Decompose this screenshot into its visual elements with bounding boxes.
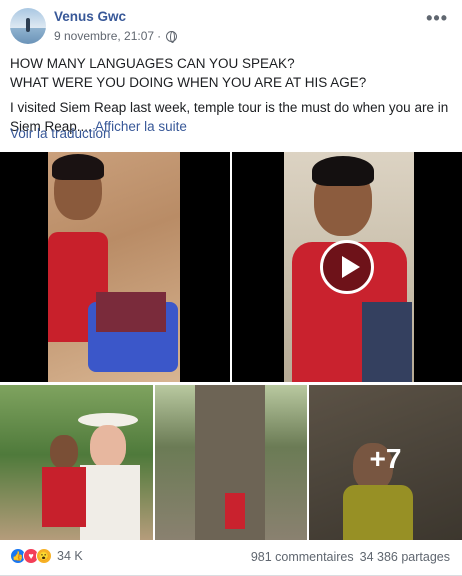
- media-grid: +7: [0, 152, 462, 540]
- photo-boy-with-basket[interactable]: [0, 152, 230, 382]
- play-icon[interactable]: [320, 240, 374, 294]
- reactions-summary[interactable]: 👍 ♥ 😮 34 K: [10, 548, 83, 564]
- post-text-line: WHAT WERE YOU DOING WHEN YOU ARE AT HIS …: [10, 75, 367, 90]
- post-text: HOW MANY LANGUAGES CAN YOU SPEAK? WHAT W…: [10, 54, 455, 136]
- photo-scene: [48, 152, 180, 382]
- post-text-line: HOW MANY LANGUAGES CAN YOU SPEAK?: [10, 56, 295, 71]
- meta-separator: ·: [157, 29, 162, 43]
- post-header: Venus Gwc 9 novembre, 21:07 · •••: [0, 0, 462, 50]
- shares-count[interactable]: 34 386 partages: [360, 550, 450, 564]
- photo-temple-tree[interactable]: [155, 385, 307, 540]
- post-footer: 👍 ♥ 😮 34 K 981 commentaires 34 386 parta…: [0, 540, 462, 576]
- timestamp[interactable]: 9 novembre, 21:07: [54, 29, 154, 43]
- see-translation-link[interactable]: Voir la traduction: [10, 126, 111, 141]
- avatar-figure: [26, 18, 30, 32]
- photo-girl-more[interactable]: +7: [309, 385, 462, 540]
- wow-reaction-icon: 😮: [36, 548, 52, 564]
- comments-count[interactable]: 981 commentaires: [251, 550, 354, 564]
- avatar[interactable]: [10, 8, 46, 44]
- video-thumbnail[interactable]: [232, 152, 462, 382]
- post-meta: 9 novembre, 21:07 ·: [54, 29, 178, 43]
- engagement-counts: 981 commentaires 34 386 partages: [251, 550, 450, 564]
- author-name[interactable]: Venus Gwc: [54, 9, 126, 24]
- more-photos-count: +7: [369, 443, 402, 474]
- photo-woman-and-boy[interactable]: [0, 385, 153, 540]
- reactions-count: 34 K: [57, 549, 83, 563]
- more-options-icon[interactable]: •••: [426, 8, 448, 29]
- globe-icon[interactable]: [166, 30, 178, 43]
- post-text-line: I visited Siem Reap last week, temple to…: [10, 100, 449, 115]
